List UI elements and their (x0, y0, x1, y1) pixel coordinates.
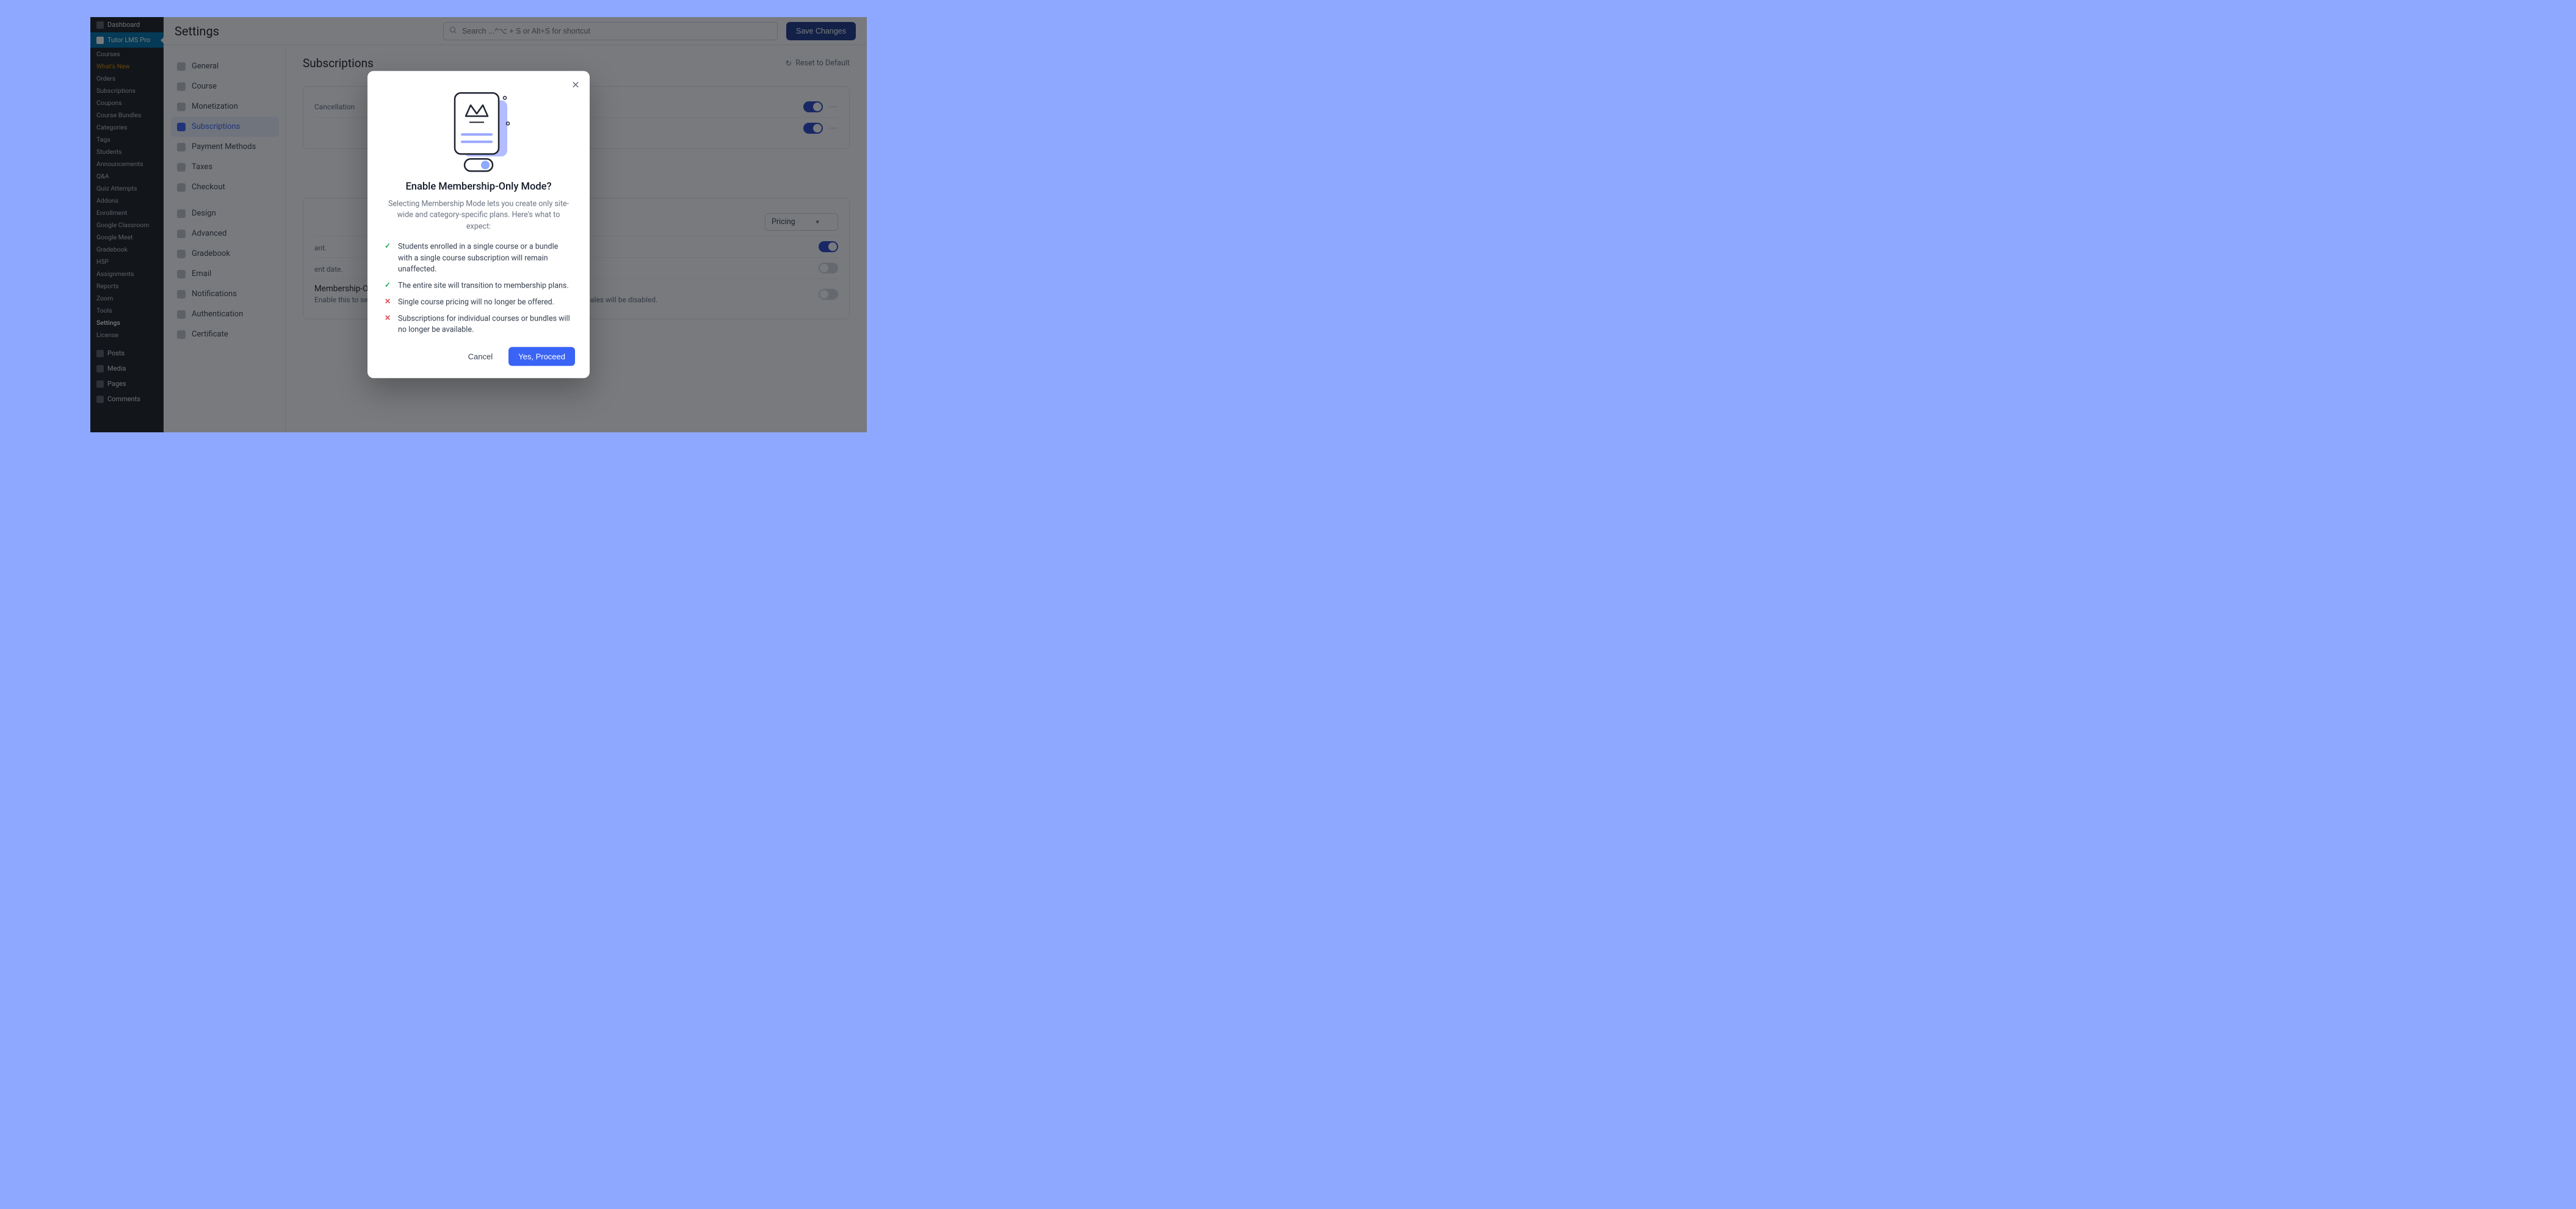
modal-list-item: ✕ Single course pricing will no longer be… (383, 297, 574, 308)
check-icon: ✓ (383, 241, 392, 250)
modal-list-text: The entire site will transition to membe… (398, 280, 569, 292)
modal-list-item: ✓ Students enrolled in a single course or… (383, 241, 574, 275)
modal-confirm-button[interactable]: Yes, Proceed (508, 347, 575, 366)
check-icon: ✓ (383, 280, 392, 289)
modal-list-text: Students enrolled in a single course or … (398, 241, 574, 275)
modal-list-item: ✕ Subscriptions for individual courses or… (383, 313, 574, 336)
modal-list: ✓ Students enrolled in a single course or… (382, 241, 575, 336)
modal-subtitle: Selecting Membership Mode lets you creat… (386, 198, 571, 233)
modal-actions: Cancel Yes, Proceed (382, 347, 575, 366)
modal-close-button[interactable]: ✕ (569, 78, 582, 92)
modal-cancel-button[interactable]: Cancel (458, 347, 502, 366)
modal-list-text: Subscriptions for individual courses or … (398, 313, 574, 336)
modal-title: Enable Membership-Only Mode? (382, 181, 575, 192)
membership-modal: ✕ Enable Membership-Only Mode? Selecting… (367, 71, 590, 379)
modal-list-text: Single course pricing will no longer be … (398, 297, 554, 308)
cross-icon: ✕ (383, 297, 392, 305)
cross-icon: ✕ (383, 313, 392, 322)
modal-illustration (382, 87, 575, 172)
modal-list-item: ✓ The entire site will transition to memb… (383, 280, 574, 292)
